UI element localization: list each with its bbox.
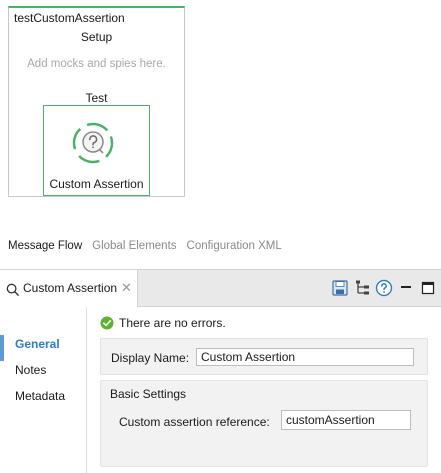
- basic-settings-group: Basic Settings Custom assertion referenc…: [100, 380, 428, 467]
- display-name-group: Display Name:: [100, 338, 428, 375]
- nav-item-general[interactable]: General: [15, 337, 60, 351]
- status-text: There are no errors.: [119, 316, 226, 330]
- properties-tab-label: Custom Assertion: [23, 281, 118, 295]
- search-icon: [6, 283, 20, 297]
- setup-section-label: Setup: [80, 30, 113, 44]
- properties-side-nav: General Notes Metadata: [0, 307, 87, 473]
- basic-settings-title: Basic Settings: [110, 387, 187, 401]
- custom-assertion-processor[interactable]: Custom Assertion: [43, 105, 150, 196]
- properties-content: There are no errors. Display Name: Basic…: [90, 307, 441, 473]
- tree-icon[interactable]: [354, 279, 372, 297]
- check-circle-icon: [100, 316, 114, 330]
- nav-active-indicator: [0, 335, 4, 361]
- flow-container[interactable]: testCustomAssertion Setup Add mocks and …: [8, 6, 185, 197]
- minimize-icon[interactable]: [397, 279, 415, 297]
- display-name-field[interactable]: [196, 348, 414, 366]
- nav-item-notes[interactable]: Notes: [15, 363, 46, 377]
- tab-global-elements[interactable]: Global Elements: [92, 240, 176, 252]
- close-icon[interactable]: ✕: [121, 280, 132, 296]
- setup-hint: Add mocks and spies here.: [27, 58, 166, 70]
- properties-tab[interactable]: Custom Assertion ✕: [0, 270, 138, 308]
- editor-tab-bar: Message Flow Global Elements Configurati…: [8, 240, 292, 252]
- test-section-label: Test: [85, 91, 108, 105]
- maximize-icon[interactable]: [419, 279, 437, 297]
- tab-configuration-xml[interactable]: Configuration XML: [187, 240, 282, 252]
- flow-title: testCustomAssertion: [14, 11, 125, 25]
- processor-label: Custom Assertion: [49, 177, 144, 191]
- nav-item-metadata[interactable]: Metadata: [15, 389, 65, 403]
- tab-message-flow[interactable]: Message Flow: [8, 240, 82, 252]
- display-name-label: Display Name:: [111, 351, 190, 365]
- save-icon[interactable]: [331, 279, 349, 297]
- help-icon[interactable]: [375, 279, 393, 297]
- validation-status: There are no errors.: [100, 316, 226, 330]
- custom-assertion-icon: [72, 122, 114, 164]
- properties-panel-header: Custom Assertion ✕: [0, 269, 441, 308]
- custom-assertion-reference-field[interactable]: [281, 410, 411, 430]
- reference-label: Custom assertion reference:: [119, 415, 270, 429]
